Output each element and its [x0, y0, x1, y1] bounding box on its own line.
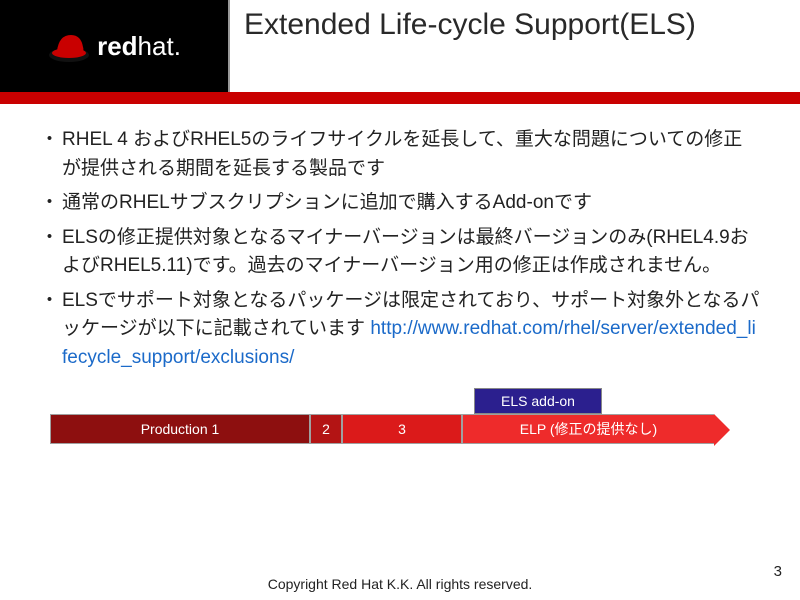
bullet-text: RHEL 4 およびRHEL5のライフサイクルを延長して、重大な問題についての修…	[62, 129, 742, 179]
page-title: Extended Life-cycle Support(ELS)	[228, 0, 800, 92]
list-item: 通常のRHELサブスクリプションに追加で購入するAdd-onです	[40, 189, 760, 218]
red-divider	[0, 92, 800, 104]
list-item: RHEL 4 およびRHEL5のライフサイクルを延長して、重大な問題についての修…	[40, 126, 760, 183]
bullet-text: ELSの修正提供対象となるマイナーバージョンは最終バージョンのみ(RHEL4.9…	[62, 227, 749, 277]
logo-box: redhat.	[0, 0, 228, 92]
logo-thin: hat.	[138, 31, 181, 61]
bullet-text: 通常のRHELサブスクリプションに追加で購入するAdd-onです	[62, 192, 592, 213]
redhat-icon	[47, 29, 91, 63]
logo-bold: red	[97, 31, 137, 61]
segment-2: 2	[310, 414, 342, 444]
segment-elp: ELP (修正の提供なし)	[462, 414, 714, 444]
header: redhat. Extended Life-cycle Support(ELS)	[0, 0, 800, 92]
logo-text: redhat.	[97, 31, 181, 62]
content: RHEL 4 およびRHEL5のライフサイクルを延長して、重大な問題についての修…	[0, 104, 800, 452]
lifecycle-bar: Production 1 2 3 ELP (修正の提供なし)	[50, 414, 714, 444]
bullet-list: RHEL 4 およびRHEL5のライフサイクルを延長して、重大な問題についての修…	[40, 126, 760, 372]
list-item: ELSでサポート対象となるパッケージは限定されており、サポート対象外となるパッケ…	[40, 287, 760, 373]
segment-3: 3	[342, 414, 462, 444]
page-number: 3	[774, 563, 782, 580]
els-addon-label: ELS add-on	[474, 388, 602, 414]
list-item: ELSの修正提供対象となるマイナーバージョンは最終バージョンのみ(RHEL4.9…	[40, 224, 760, 281]
copyright: Copyright Red Hat K.K. All rights reserv…	[0, 576, 800, 592]
segment-production1: Production 1	[50, 414, 310, 444]
lifecycle-diagram: ELS add-on Production 1 2 3 ELP (修正の提供なし…	[50, 392, 750, 452]
